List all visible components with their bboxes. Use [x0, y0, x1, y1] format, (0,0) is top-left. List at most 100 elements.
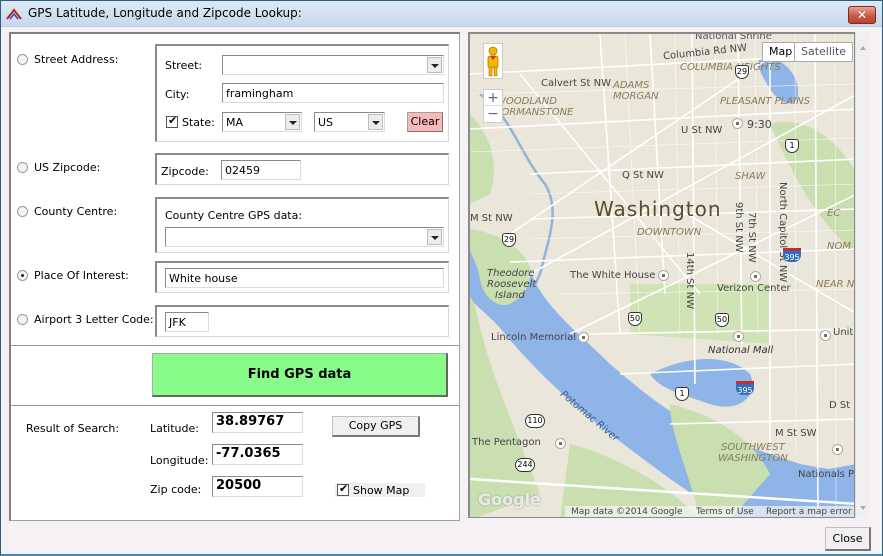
map-label: 14th St NW — [684, 252, 695, 309]
interstate-shield-icon: 395 — [736, 381, 754, 395]
county-centre-group: County Centre GPS data: — [155, 197, 449, 253]
window-close-button[interactable]: ✕ — [848, 6, 876, 24]
chevron-down-icon[interactable] — [427, 57, 442, 73]
radio-button[interactable] — [17, 162, 28, 173]
zip-code-output[interactable]: 20500 — [212, 476, 303, 497]
zoom-control: + − — [483, 89, 503, 123]
zipcode-label: Zipcode: — [161, 165, 209, 178]
app-icon — [6, 8, 22, 20]
map-view[interactable]: National Shrine Columbia Rd NW COLUMBIA … — [468, 32, 855, 518]
zoom-out-button[interactable]: − — [484, 106, 502, 122]
place-of-interest-value: White house — [169, 272, 238, 285]
latitude-output[interactable]: 38.89767 — [212, 412, 303, 433]
show-map-label: Show Map — [353, 484, 410, 497]
show-map-checkbox[interactable] — [337, 482, 349, 496]
stadium-poi-icon[interactable] — [832, 444, 843, 455]
street-view-pegman[interactable] — [483, 43, 503, 79]
airport-code-value: JFK — [169, 316, 186, 329]
city-label: City: — [165, 88, 190, 101]
state-value: MA — [226, 116, 244, 129]
radio-county-centre[interactable]: County Centre: — [17, 205, 117, 218]
map-label: Lincoln Memorial — [491, 332, 577, 343]
radio-us-zipcode[interactable]: US Zipcode: — [17, 161, 100, 174]
radio-place-of-interest[interactable]: Place Of Interest: — [17, 269, 129, 282]
longitude-output[interactable]: -77.0365 — [212, 444, 303, 465]
chevron-down-icon[interactable] — [427, 229, 442, 245]
county-centre-combo[interactable] — [165, 227, 444, 247]
copy-gps-button[interactable]: Copy GPS — [332, 416, 420, 437]
place-of-interest-input[interactable]: White house — [165, 268, 444, 288]
map-label: Island — [495, 290, 525, 301]
radio-label: Place Of Interest: — [34, 269, 129, 282]
map-label: ADAMS MORGAN — [613, 80, 659, 102]
search-panel: Street Address: Street: City: framingham… — [9, 32, 460, 521]
find-gps-button[interactable]: Find GPS data — [152, 353, 448, 397]
radio-label: Street Address: — [34, 53, 119, 66]
radio-label: US Zipcode: — [34, 161, 101, 174]
interstate-shield-icon: 395 — [783, 248, 801, 262]
radio-button[interactable] — [17, 54, 28, 65]
country-combo[interactable]: US — [314, 112, 385, 132]
map-label: North Capitol St NW — [777, 182, 788, 283]
route-shield-icon: 29 — [502, 233, 516, 247]
close-button[interactable]: Close — [825, 527, 871, 551]
street-combo[interactable] — [222, 55, 444, 75]
capitol-poi-icon[interactable] — [820, 330, 831, 341]
airport-code-input[interactable]: JFK — [165, 312, 209, 332]
map-label: Verizon Center — [717, 283, 791, 294]
museum-poi-icon[interactable] — [658, 270, 669, 281]
radio-airport-code[interactable]: Airport 3 Letter Code: — [17, 313, 154, 326]
monument-poi-icon[interactable] — [578, 332, 589, 343]
zipcode-input[interactable]: 02459 — [221, 160, 301, 180]
latitude-value: 38.89767 — [216, 414, 285, 429]
map-label: M St SW — [775, 428, 817, 439]
map-label: 9:30 — [747, 118, 772, 131]
radio-street-address[interactable]: Street Address: — [17, 53, 118, 66]
state-checkbox[interactable] — [166, 114, 178, 128]
clear-button[interactable]: Clear — [407, 112, 443, 132]
scroll-down-icon[interactable] — [860, 506, 866, 510]
map-label: NORMANSTONE — [494, 107, 574, 118]
map-label: WASHINGTON — [718, 453, 788, 464]
map-label: The Pentagon — [472, 437, 541, 448]
terms-of-use-link[interactable]: Terms of Use — [696, 507, 754, 517]
venue-poi-icon[interactable] — [732, 118, 743, 129]
title-bar: GPS Latitude, Longitude and Zipcode Look… — [1, 1, 882, 27]
map-type-satellite-button[interactable]: Satellite — [794, 42, 854, 62]
map-attribution-bar: Map data ©2014 Google Terms of Use Repor… — [565, 506, 854, 517]
radio-button[interactable] — [17, 206, 28, 217]
map-label: NEAR NO — [816, 279, 855, 290]
chevron-down-icon[interactable] — [368, 114, 383, 130]
state-combo[interactable]: MA — [222, 112, 302, 132]
map-scrollbar[interactable] — [855, 32, 870, 518]
map-label: D St S — [829, 400, 854, 411]
longitude-label: Longitude: — [150, 454, 209, 467]
radio-button[interactable] — [17, 270, 28, 281]
route-shield-icon: 244 — [515, 458, 535, 472]
park-poi-icon[interactable] — [733, 331, 744, 342]
chevron-down-icon[interactable] — [285, 114, 300, 130]
map-label: M St NW — [470, 213, 513, 224]
venue-poi-icon[interactable] — [750, 271, 761, 282]
route-shield-icon: 50 — [628, 312, 642, 326]
zoom-in-button[interactable]: + — [484, 90, 502, 106]
place-of-interest-group: White house — [155, 261, 449, 293]
radio-button[interactable] — [17, 314, 28, 325]
map-label: DOWNTOWN — [637, 227, 702, 238]
city-input[interactable]: framingham — [222, 83, 444, 103]
zipcode-group: Zipcode: 02459 — [155, 153, 449, 185]
report-map-error-link[interactable]: Report a map error — [766, 507, 852, 517]
show-map-toggle[interactable]: Show Map — [335, 482, 425, 497]
street-label: Street: — [165, 59, 203, 72]
map-label: Theodore — [487, 268, 535, 279]
museum-poi-icon[interactable] — [555, 438, 566, 449]
map-label: U St NW — [681, 125, 723, 136]
map-label: PLEASANT PLAINS — [720, 96, 810, 107]
scroll-up-icon[interactable] — [860, 46, 866, 50]
route-shield-icon: 110 — [525, 414, 545, 428]
zip-code-value: 20500 — [216, 478, 262, 493]
route-shield-icon: 50 — [715, 313, 729, 327]
map-label: The White House — [570, 270, 656, 281]
map-label: National Shrine — [695, 32, 772, 42]
radio-label: County Centre: — [34, 205, 118, 218]
